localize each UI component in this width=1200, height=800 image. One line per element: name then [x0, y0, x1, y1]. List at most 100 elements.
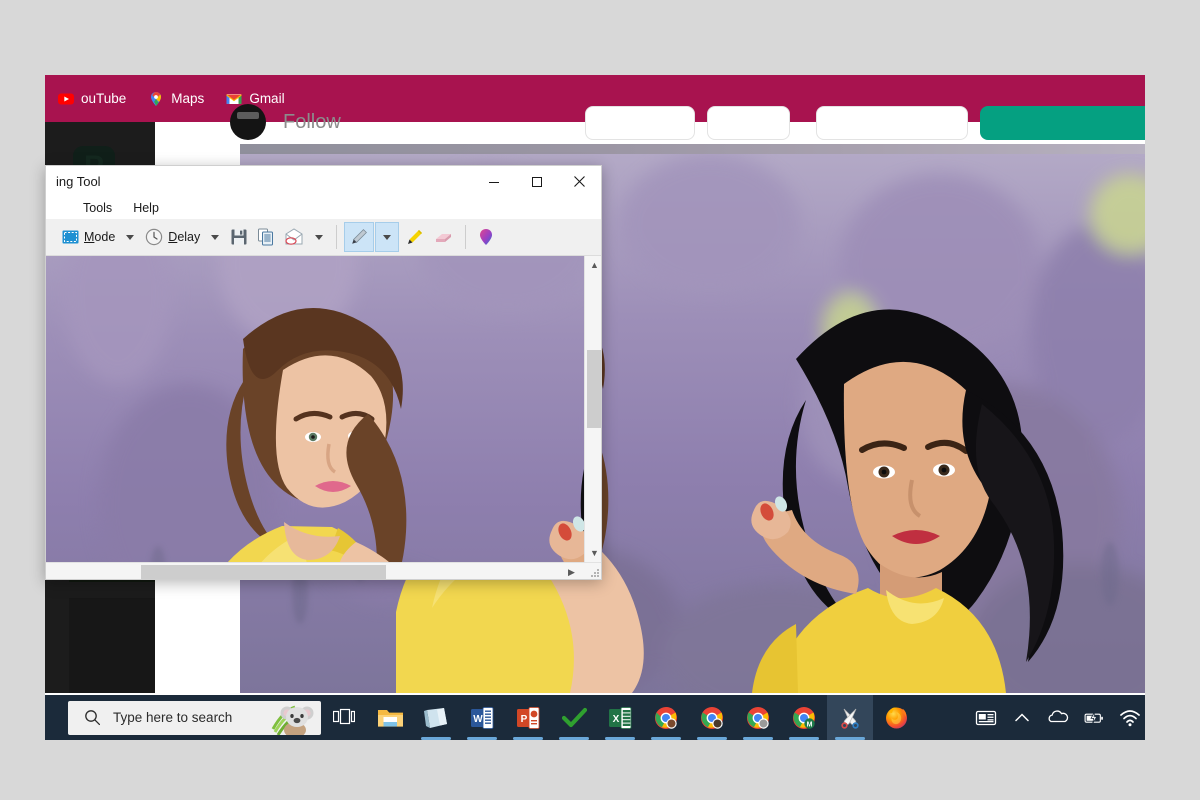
chrome-button-3[interactable] [735, 695, 781, 740]
file-explorer-button[interactable] [367, 695, 413, 740]
excel-active-underline [605, 737, 635, 740]
close-button[interactable] [558, 166, 601, 197]
pin-icon [477, 227, 495, 247]
pen-caret-button[interactable] [375, 222, 399, 252]
sidebar-thumb-bottom[interactable] [69, 598, 155, 693]
word-active-underline [467, 737, 497, 740]
snip-image-viewport [46, 256, 584, 562]
highlighter-icon [404, 227, 424, 247]
follow-button[interactable]: Follow [283, 111, 341, 134]
wifi-button[interactable] [1119, 707, 1141, 729]
news-weather-button[interactable] [975, 707, 997, 729]
task-view-button[interactable] [321, 695, 367, 740]
toolbar-button-3[interactable] [816, 106, 968, 140]
chrome-button-2[interactable] [689, 695, 735, 740]
resize-grip-icon[interactable] [590, 568, 600, 578]
pin-button[interactable] [473, 222, 499, 252]
check-app-button[interactable] [551, 695, 597, 740]
delay-label: Delay [168, 230, 200, 244]
pen-icon [349, 227, 369, 247]
scroll-up-arrow-icon[interactable]: ▲ [585, 256, 602, 274]
search-input[interactable]: Type here to search [68, 701, 321, 735]
bookmark-youtube[interactable]: ouTube [47, 88, 137, 110]
avatar-mark [237, 112, 259, 119]
delay-button[interactable]: Delay [141, 222, 204, 252]
eraser-button[interactable] [429, 222, 458, 252]
excel-button[interactable]: X [597, 695, 643, 740]
chrome2-active-underline [697, 737, 727, 740]
snipping-tool-window[interactable]: ing Tool Tools Help [45, 165, 602, 580]
excel-icon: X [608, 706, 632, 730]
scroll-down-arrow-icon[interactable]: ▼ [585, 544, 602, 562]
search-icon [84, 709, 101, 726]
powerpoint-button[interactable]: P [505, 695, 551, 740]
microsoft-store-icon [423, 706, 449, 730]
vertical-scrollbar[interactable]: ▲ ▼ [584, 256, 602, 562]
snipped-photo [46, 256, 584, 562]
system-tray [975, 707, 1145, 729]
battery-button[interactable] [1083, 707, 1105, 729]
search-placeholder: Type here to search [113, 710, 232, 725]
delay-caret-icon[interactable] [211, 235, 219, 240]
close-icon [573, 175, 586, 188]
start-button[interactable] [45, 695, 63, 740]
microsoft-store-button[interactable] [413, 695, 459, 740]
chrome-button-1[interactable] [643, 695, 689, 740]
maximize-button[interactable] [515, 166, 558, 197]
firefox-icon [884, 705, 909, 730]
mode-icon [62, 229, 79, 246]
mode-button[interactable]: Mode [58, 222, 119, 252]
email-button[interactable] [280, 222, 308, 252]
maps-icon [148, 91, 164, 107]
copy-icon [257, 228, 275, 246]
chrome-icon-3 [746, 706, 770, 730]
menu-help[interactable]: Help [124, 199, 168, 217]
snipping-tool-icon [837, 706, 863, 730]
horizontal-scrollbar-thumb[interactable] [141, 565, 386, 580]
chrome-icon-2 [700, 706, 724, 730]
window-title: ing Tool [56, 174, 101, 189]
snip-canvas[interactable]: ▲ ▼ ▶ [46, 256, 602, 580]
bookmark-label: Maps [171, 91, 204, 106]
check-active-underline [559, 737, 589, 740]
svg-text:W: W [473, 714, 483, 725]
store-active-underline [421, 737, 451, 740]
chrome4-active-underline [789, 737, 819, 740]
bookmark-label: ouTube [81, 91, 126, 106]
pen-caret-icon[interactable] [383, 235, 391, 240]
email-caret-icon[interactable] [315, 235, 323, 240]
bookmark-label: Gmail [249, 91, 284, 106]
vertical-scrollbar-thumb[interactable] [587, 350, 602, 428]
svg-text:M: M [807, 721, 813, 728]
word-button[interactable]: W [459, 695, 505, 740]
maximize-icon [531, 176, 543, 188]
bookmark-maps[interactable]: Maps [137, 88, 215, 110]
chrome-button-4[interactable]: M [781, 695, 827, 740]
horizontal-scrollbar[interactable]: ▶ [46, 562, 602, 580]
scroll-right-arrow-icon[interactable]: ▶ [562, 563, 581, 580]
copy-button[interactable] [253, 222, 279, 252]
save-button[interactable] [226, 222, 252, 252]
highlighter-button[interactable] [400, 222, 428, 252]
toolbar-button-2[interactable] [707, 106, 790, 140]
menu-tools[interactable]: Tools [74, 199, 121, 217]
chrome-icon-1 [654, 706, 678, 730]
news-weather-icon [975, 707, 997, 729]
avatar[interactable] [230, 104, 266, 140]
mode-caret-icon[interactable] [126, 235, 134, 240]
toolbar-button-1[interactable] [585, 106, 695, 140]
youtube-icon [58, 91, 74, 107]
pen-button[interactable] [344, 222, 374, 252]
gmail-icon [226, 91, 242, 107]
onedrive-button[interactable] [1047, 707, 1069, 729]
eraser-icon [433, 228, 454, 246]
snipping-tool-titlebar[interactable]: ing Tool [46, 166, 601, 197]
snipping-tool-button[interactable] [827, 695, 873, 740]
firefox-button[interactable] [873, 695, 919, 740]
snipping-tool-active-underline [835, 737, 865, 740]
mode-label: Mode [84, 230, 115, 244]
show-hidden-icons-button[interactable] [1011, 707, 1033, 729]
minimize-button[interactable] [472, 166, 515, 197]
toolbar-separator-1 [336, 225, 337, 249]
download-button[interactable] [980, 106, 1145, 140]
